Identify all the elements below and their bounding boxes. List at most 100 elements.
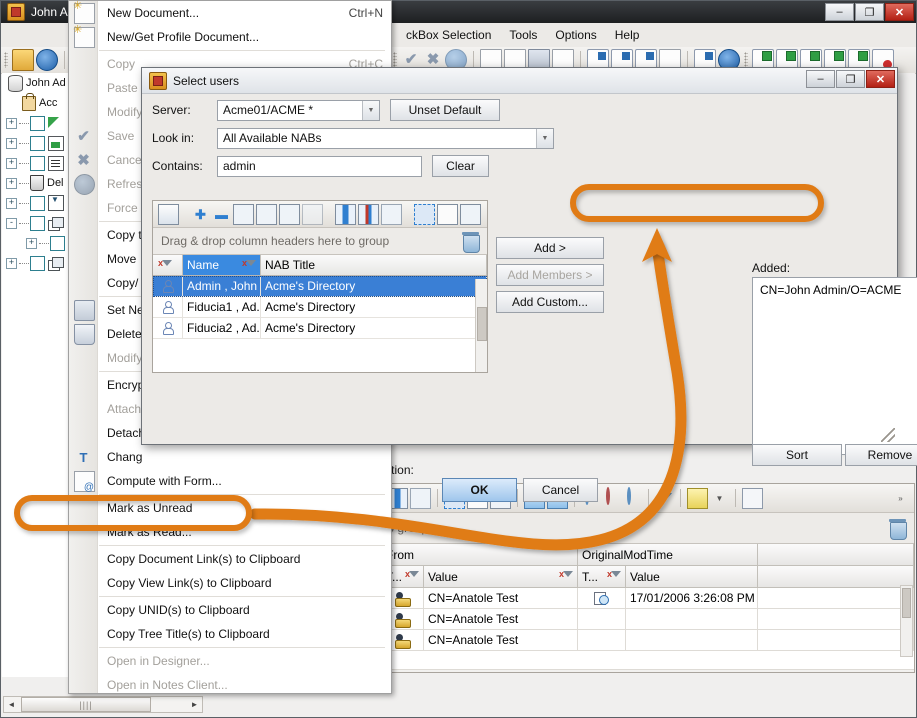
toolbar-grip[interactable] — [4, 52, 8, 68]
table-row[interactable]: esponse CN=Anatole Test — [302, 630, 914, 651]
bottom-grid-toolbar[interactable]: ▼ » — [302, 484, 914, 513]
add-custom-button[interactable]: Add Custom... — [496, 291, 604, 313]
subheader-from-value[interactable]: Value — [424, 566, 578, 587]
zoom-out-icon[interactable] — [623, 486, 642, 508]
menu-item-new-profile-document[interactable]: New/Get Profile Document... — [73, 23, 391, 49]
menu-item-copy-tree-titles[interactable]: Copy Tree Title(s) to Clipboard — [97, 622, 391, 646]
toolbar-grip-2[interactable] — [393, 52, 397, 68]
menu-help[interactable]: Help — [606, 25, 649, 45]
hide-columns-icon[interactable] — [381, 203, 402, 225]
expand-group-icon[interactable] — [233, 203, 254, 225]
bottom-grid-header-row-2[interactable]: T... Value T... Value — [302, 566, 914, 588]
tree-item-root[interactable]: John Ad — [2, 73, 72, 93]
tree-checkbox[interactable] — [30, 215, 45, 231]
menu-item-copy-document-links[interactable]: Copy Document Link(s) to Clipboard — [97, 547, 391, 571]
table-row[interactable]: Admin , John Acme's Directory — [153, 276, 487, 297]
copy-all-icon[interactable] — [460, 203, 481, 225]
column-header-name[interactable]: Name — [183, 255, 261, 275]
expander-icon[interactable]: + — [6, 137, 17, 149]
filter-icon[interactable] — [158, 258, 172, 271]
users-grid-group-area[interactable]: Drag & drop column headers here to group — [153, 228, 487, 255]
tree-item-child[interactable]: + — [2, 233, 72, 253]
unset-default-button[interactable]: Unset Default — [390, 99, 500, 121]
collapse-group-icon[interactable] — [256, 203, 277, 225]
minimize-button[interactable]: – — [825, 3, 854, 21]
tree-item-forms[interactable]: + — [2, 153, 72, 173]
sort-filter-icon[interactable] — [242, 258, 256, 271]
table-row[interactable]: esponse CN=Anatole Test — [302, 609, 914, 630]
tree-checkbox[interactable] — [30, 115, 45, 131]
scrollbar-thumb[interactable]: |||| — [21, 697, 151, 712]
dialog-window-controls[interactable]: – ❐ ✕ — [806, 70, 895, 88]
menu-item-copy-view-links[interactable]: Copy View Link(s) to Clipboard — [97, 571, 391, 595]
maximize-button[interactable]: ❐ — [855, 3, 884, 21]
lookin-combobox[interactable]: All Available NABs ▼ — [217, 127, 554, 149]
tree-checkbox[interactable] — [30, 135, 45, 151]
table-row[interactable]: Fiducia1 , Ad... Acme's Directory — [153, 297, 487, 318]
clear-button[interactable]: Clear — [432, 155, 489, 177]
filter-icon[interactable] — [655, 489, 674, 508]
group-columns-icon[interactable] — [279, 203, 300, 225]
expander-icon[interactable]: + — [6, 157, 17, 169]
resize-grip[interactable] — [881, 428, 895, 442]
show-columns-icon[interactable] — [358, 203, 379, 225]
table-row[interactable]: esponse CN=Anatole Test 17/01/2006 3:26:… — [302, 588, 914, 609]
table-row[interactable]: Fiducia2 , Ad... Acme's Directory — [153, 318, 487, 339]
expander-icon[interactable]: + — [6, 257, 17, 269]
menu-item-change[interactable]: T Chang — [80, 445, 391, 469]
database-tree-panel[interactable]: John Ad Acc + + + + Del + ▼ - + + — [2, 73, 73, 677]
menu-item-new-document[interactable]: New Document... Ctrl+N — [73, 1, 391, 25]
open-folder-icon[interactable] — [12, 49, 34, 71]
trash-icon[interactable] — [462, 231, 480, 253]
close-button[interactable]: ✕ — [885, 3, 914, 21]
menu-options[interactable]: Options — [546, 25, 605, 45]
expand-all-icon[interactable]: ✚ — [191, 205, 210, 224]
tree-item-access[interactable]: Acc — [2, 92, 72, 113]
filter-icon[interactable] — [607, 569, 621, 582]
grid-vertical-scrollbar[interactable] — [900, 585, 913, 657]
tree-item-documents[interactable]: + — [2, 133, 72, 153]
dialog-maximize-button[interactable]: ❐ — [836, 70, 865, 88]
remove-button[interactable]: Remove — [845, 444, 917, 466]
filter-icon[interactable] — [405, 569, 419, 582]
chevron-down-icon[interactable]: ▼ — [710, 489, 729, 508]
expander-icon[interactable]: + — [26, 237, 37, 249]
expander-icon[interactable]: + — [6, 117, 17, 129]
layout-icon[interactable] — [742, 487, 763, 509]
bottom-grid-group-area[interactable]: headers here to group — [302, 513, 914, 544]
tree-item-stack[interactable]: - — [2, 213, 72, 233]
hide-columns-icon[interactable] — [410, 487, 431, 509]
chevron-down-icon[interactable]: ▼ — [362, 100, 379, 120]
tree-checkbox[interactable] — [50, 235, 65, 251]
select-all-icon[interactable] — [414, 203, 435, 225]
tree-item-deleted[interactable]: + Del — [2, 173, 72, 193]
find-icon[interactable] — [602, 486, 621, 508]
column-group-from[interactable]: From — [382, 544, 578, 565]
users-grid-toolbar[interactable]: ✚ ▬ » — [153, 201, 487, 228]
subheader-time-type[interactable]: T... — [578, 566, 626, 587]
menu-checkbox-selection[interactable]: ckBox Selection — [397, 25, 500, 45]
tree-checkbox[interactable] — [30, 155, 45, 171]
server-combobox[interactable]: Acme01/ACME * ▼ — [217, 99, 380, 121]
expander-icon[interactable]: + — [6, 177, 17, 189]
tree-checkbox[interactable] — [30, 195, 45, 211]
menu-item-copy-unids[interactable]: Copy UNID(s) to Clipboard — [97, 598, 391, 622]
select-users-dialog[interactable]: Select users – ❐ ✕ Server: Acme01/ACME *… — [141, 67, 917, 502]
chevron-down-icon[interactable]: ▼ — [536, 128, 553, 148]
grid-settings-icon[interactable] — [158, 203, 179, 225]
column-header-nab-title[interactable]: NAB Title — [261, 255, 487, 275]
tree-item-design[interactable]: + — [2, 113, 72, 133]
scrollbar-track[interactable]: |||| — [19, 697, 187, 712]
sort-button[interactable]: Sort — [752, 444, 842, 466]
cancel-button[interactable]: Cancel — [523, 478, 598, 502]
menu-item-compute-with-form[interactable]: Compute with Form... — [74, 469, 391, 493]
bottom-grid-panel[interactable]: ▼ » headers here to group From OriginalM… — [301, 483, 915, 673]
tree-item-stack-error[interactable]: + — [2, 253, 72, 273]
users-grid[interactable]: ✚ ▬ » Drag & drop column headers here to… — [152, 200, 488, 373]
filter-icon[interactable] — [559, 569, 573, 582]
users-grid-header[interactable]: Name NAB Title — [153, 255, 487, 276]
best-fit-icon[interactable] — [335, 203, 356, 225]
scrollbar-thumb[interactable] — [902, 588, 911, 618]
contains-input[interactable]: admin — [217, 155, 422, 177]
column-header-filter[interactable] — [153, 255, 183, 275]
